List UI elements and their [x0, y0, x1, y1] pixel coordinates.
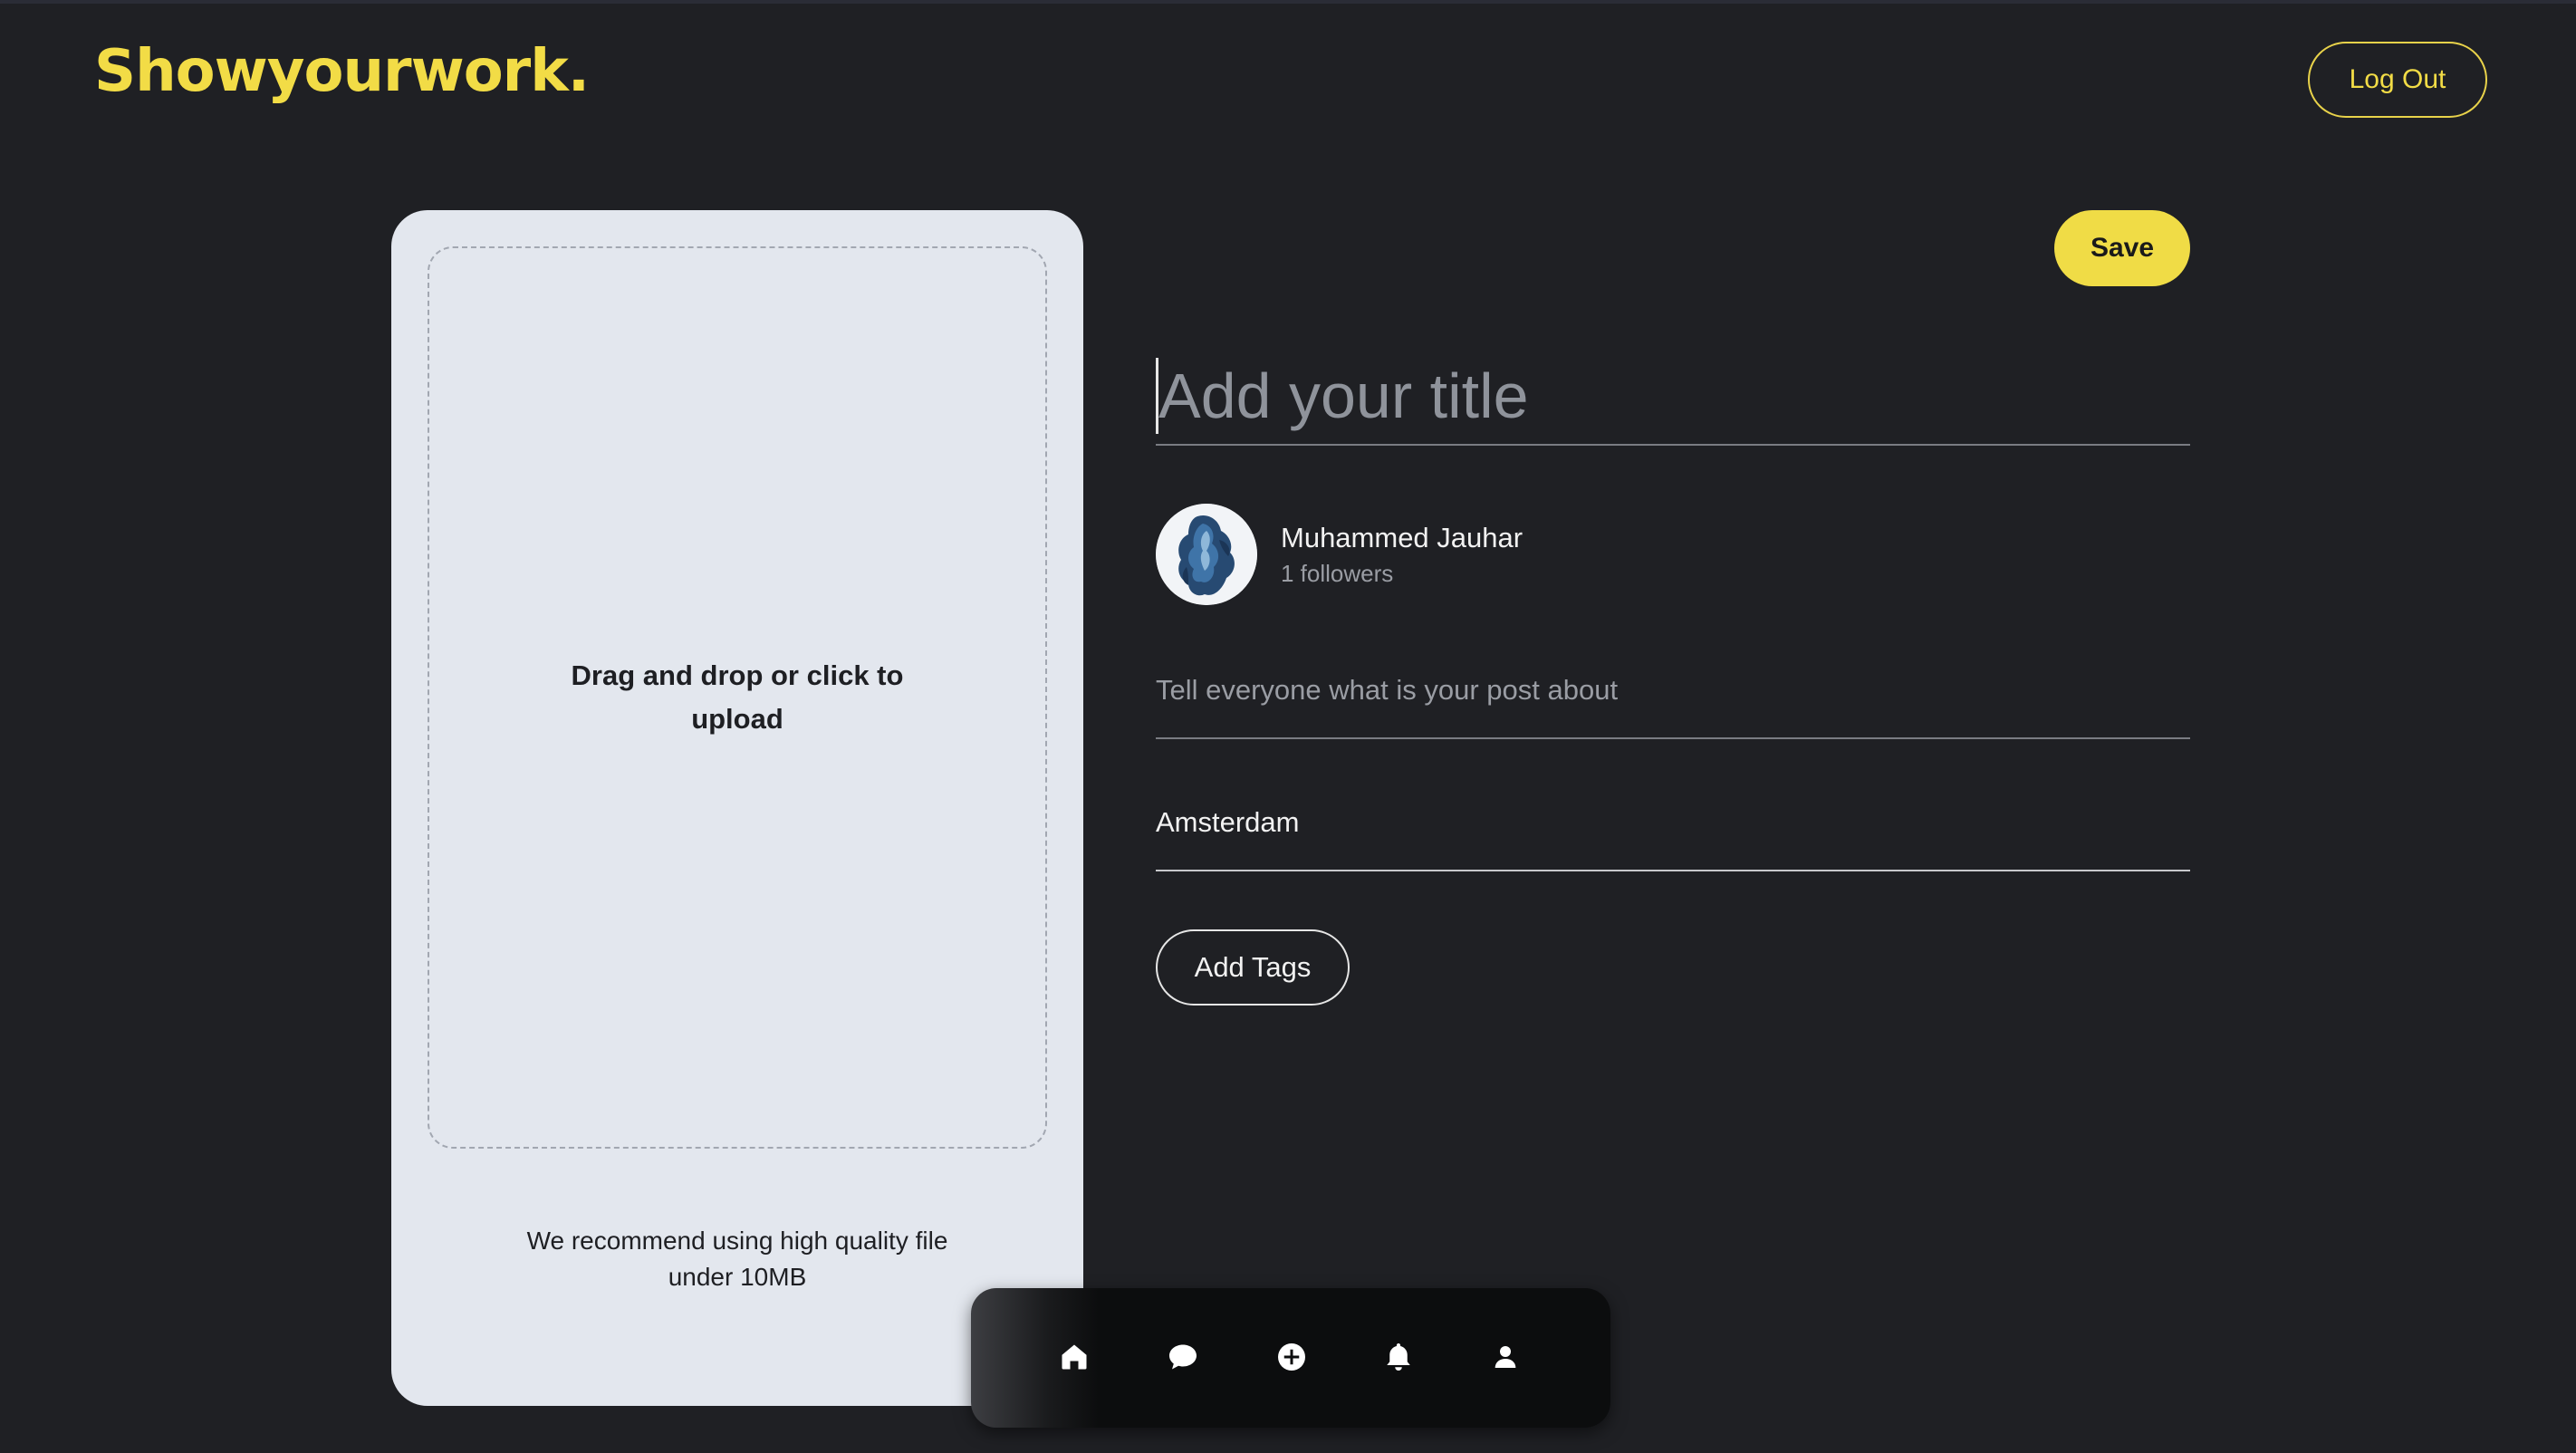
description-input[interactable]: Tell everyone what is your post about [1156, 674, 2190, 739]
upload-card: Drag and drop or click to upload We reco… [391, 210, 1083, 1406]
upload-recommendation: We recommend using high quality file und… [526, 1227, 948, 1291]
add-tags-button[interactable]: Add Tags [1156, 929, 1350, 1006]
add-circle-icon[interactable] [1264, 1330, 1319, 1384]
chat-icon[interactable] [1156, 1330, 1210, 1384]
user-icon[interactable] [1478, 1330, 1533, 1384]
author-followers: 1 followers [1281, 560, 1394, 587]
page: Showyourwork. Log Out Drag and drop or c… [0, 0, 2576, 1453]
author-info: Muhammed Jauhar 1 followers [1156, 504, 1523, 605]
dropzone-label: Drag and drop or click to upload [571, 659, 904, 735]
title-input[interactable]: Add your title [1156, 348, 2190, 446]
bell-icon[interactable] [1371, 1330, 1426, 1384]
location-value: Amsterdam [1156, 806, 1300, 838]
app-logo[interactable]: Showyourwork. [94, 38, 590, 105]
author-name[interactable]: Muhammed Jauhar [1281, 520, 1523, 556]
home-icon[interactable] [1047, 1330, 1101, 1384]
logout-button[interactable]: Log Out [2308, 42, 2487, 118]
description-placeholder: Tell everyone what is your post about [1156, 674, 1619, 706]
bottom-nav [971, 1288, 1610, 1428]
avatar[interactable] [1156, 504, 1257, 605]
title-placeholder: Add your title [1158, 361, 1529, 431]
upload-dropzone[interactable]: Drag and drop or click to upload [428, 246, 1047, 1149]
author-meta: Muhammed Jauhar 1 followers [1281, 520, 1523, 589]
save-button[interactable]: Save [2054, 210, 2190, 286]
location-input[interactable]: Amsterdam [1156, 806, 2190, 871]
